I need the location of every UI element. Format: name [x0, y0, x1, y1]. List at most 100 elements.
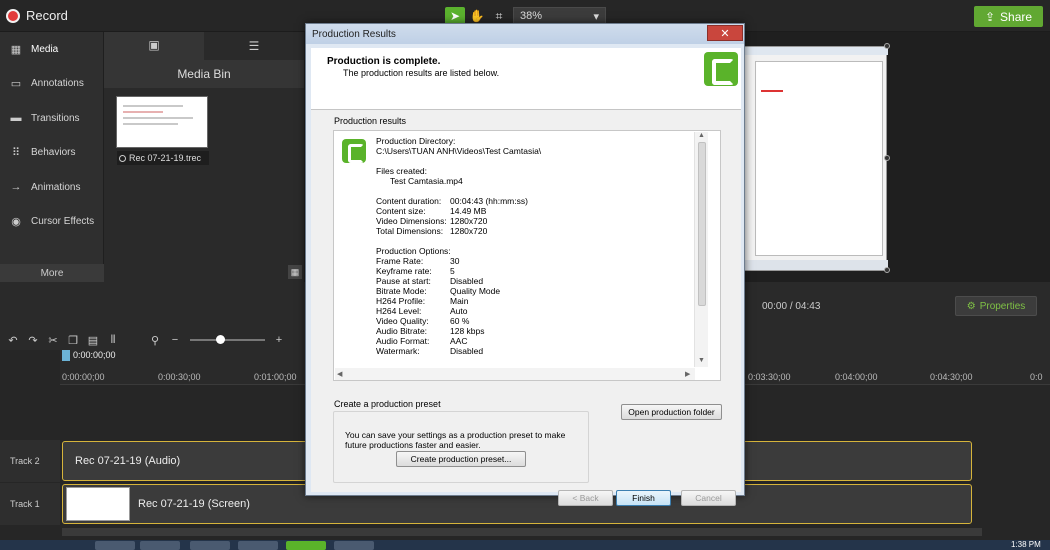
cancel-button[interactable]: Cancel	[681, 490, 736, 506]
sidebar-item-behaviors[interactable]: ⠿ Behaviors	[0, 136, 103, 171]
taskbar-camtasia-icon[interactable]	[286, 541, 326, 550]
ruler-tick: 0:03:30;00	[748, 372, 791, 382]
scroll-up-icon[interactable]: ▲	[698, 132, 705, 139]
cut-icon[interactable]: ✂	[46, 333, 60, 347]
record-button[interactable]: Record	[6, 8, 68, 23]
clip-thumbnail[interactable]	[116, 96, 208, 148]
paste-icon[interactable]: ▤	[86, 333, 100, 347]
bin-tabs: ▣ ☰	[104, 32, 304, 60]
scroll-down-icon[interactable]: ▼	[698, 357, 705, 364]
finish-button[interactable]: Finish	[616, 490, 671, 506]
stat-key: Video Dimensions:	[376, 216, 447, 226]
split-icon[interactable]: ⫴	[106, 333, 120, 347]
media-bin-title: Media Bin	[104, 60, 304, 88]
back-button[interactable]: < Back	[558, 490, 613, 506]
track-label: Track 1	[10, 499, 40, 509]
option-value: Disabled	[450, 276, 484, 286]
stat-value: 1280x720	[450, 216, 488, 226]
properties-label: Properties	[979, 300, 1026, 312]
results-vertical-scrollbar[interactable]: ▲ ▼	[694, 132, 708, 367]
timeline-zoom-slider[interactable]	[190, 339, 265, 341]
taskbar-app-icon[interactable]	[190, 541, 230, 550]
directory-label: Production Directory:	[376, 136, 456, 146]
sidebar-item-media[interactable]: ▦ Media	[0, 32, 103, 67]
media-bin: ▣ ☰ Media Bin Rec 07-21-19.trec	[104, 32, 304, 282]
preview-browser-bar	[745, 47, 888, 55]
ruler-tick: 0:04:30;00	[930, 372, 973, 382]
ruler-tick: 0:01:00;00	[254, 372, 297, 382]
option-key: Keyframe rate:	[376, 266, 432, 276]
properties-button[interactable]: ⚙ Properties	[955, 296, 1037, 316]
sidebar-item-label: Media	[31, 43, 59, 55]
timeline-scrollbar[interactable]	[62, 528, 982, 536]
timeline-zoom-knob[interactable]	[216, 335, 225, 344]
redo-icon[interactable]: ↷	[26, 333, 40, 347]
dialog-subheading: The production results are listed below.	[343, 68, 500, 78]
results-group-label: Production results	[334, 116, 407, 126]
gear-icon: ⚙	[966, 300, 976, 312]
files-label: Files created:	[376, 166, 428, 176]
track-label: Track 2	[10, 456, 40, 466]
results-horizontal-scrollbar[interactable]: ◀ ▶	[335, 368, 695, 380]
zoom-search-icon[interactable]: ⚲	[148, 333, 162, 347]
option-key: Audio Format:	[376, 336, 430, 346]
dialog-body: Production results Production Directory:…	[311, 110, 741, 506]
tab-thumbnail-view[interactable]: ▣	[104, 32, 204, 60]
camtasia-logo-icon	[704, 52, 738, 86]
share-button[interactable]: ⇪ Share	[974, 6, 1043, 27]
taskbar-app-icon[interactable]	[238, 541, 278, 550]
open-folder-button[interactable]: Open production folder	[621, 404, 722, 420]
undo-icon[interactable]: ↶	[6, 333, 20, 347]
close-button[interactable]: ✕	[707, 25, 743, 41]
taskbar-app-icon[interactable]	[334, 541, 374, 550]
sidebar-item-annotations[interactable]: ▭ Annotations	[0, 67, 103, 102]
track-head-1[interactable]: Track 1	[0, 483, 60, 525]
canvas-preview[interactable]	[744, 46, 888, 271]
stat-value: 14.49 MB	[450, 206, 487, 216]
directory-value: C:\Users\TUAN ANH\Videos\Test Camtasia\	[376, 146, 542, 156]
clip-label[interactable]: Rec 07-21-19.trec	[117, 151, 209, 165]
dialog-titlebar: Production Results	[306, 24, 744, 44]
option-key: Pause at start:	[376, 276, 431, 286]
resize-handle[interactable]	[884, 43, 890, 49]
option-key: H264 Profile:	[376, 296, 426, 306]
resize-handle[interactable]	[884, 267, 890, 273]
more-button[interactable]: More	[0, 264, 104, 282]
animation-icon: →	[10, 181, 22, 194]
annotation-icon: ▭	[10, 78, 22, 91]
track-head-2[interactable]: Track 2	[0, 440, 60, 482]
tool-sidebar: ▦ Media ▭ Annotations ▬ Transitions ⠿ Be…	[0, 32, 104, 282]
option-value: Main	[450, 296, 469, 306]
scrollbar-thumb[interactable]	[698, 142, 706, 306]
preview-taskbar	[745, 260, 888, 270]
sidebar-item-animations[interactable]: → Animations	[0, 170, 103, 205]
stat-value: 1280x720	[450, 226, 488, 236]
zoom-in-icon[interactable]: +	[272, 333, 286, 347]
grid-view-icon[interactable]: ▦	[288, 265, 302, 279]
stat-value: 00:04:43 (hh:mm:ss)	[450, 196, 528, 206]
preview-red-line	[761, 90, 783, 92]
taskbar-app-icon[interactable]	[140, 541, 180, 550]
create-preset-button[interactable]: Create production preset...	[396, 451, 526, 467]
results-panel[interactable]: Production Directory: C:\Users\TUAN ANH\…	[333, 130, 721, 381]
transition-icon: ▬	[10, 112, 22, 125]
playhead[interactable]	[62, 350, 70, 361]
ruler-tick: 0:00:30;00	[158, 372, 201, 382]
option-value: 30	[450, 256, 460, 266]
scroll-right-icon[interactable]: ▶	[685, 370, 690, 378]
production-results-dialog: Production Results ✕ Production is compl…	[305, 23, 745, 506]
tab-list-view[interactable]: ☰	[204, 32, 304, 60]
dialog-header: Production is complete. The production r…	[311, 48, 741, 110]
preset-group: You can save your settings as a producti…	[333, 411, 589, 483]
option-value: 128 kbps	[450, 326, 485, 336]
resize-handle[interactable]	[884, 155, 890, 161]
sidebar-item-cursor-effects[interactable]: ◉ Cursor Effects	[0, 205, 103, 240]
zoom-out-icon[interactable]: −	[168, 333, 182, 347]
stat-key: Content duration:	[376, 196, 442, 206]
sidebar-item-transitions[interactable]: ▬ Transitions	[0, 101, 103, 136]
taskbar-app-icon[interactable]	[95, 541, 135, 550]
scroll-left-icon[interactable]: ◀	[337, 370, 342, 378]
ruler-tick: 0:04:00;00	[835, 372, 878, 382]
clip-thumbnail	[66, 487, 130, 521]
copy-icon[interactable]: ❐	[66, 333, 80, 347]
